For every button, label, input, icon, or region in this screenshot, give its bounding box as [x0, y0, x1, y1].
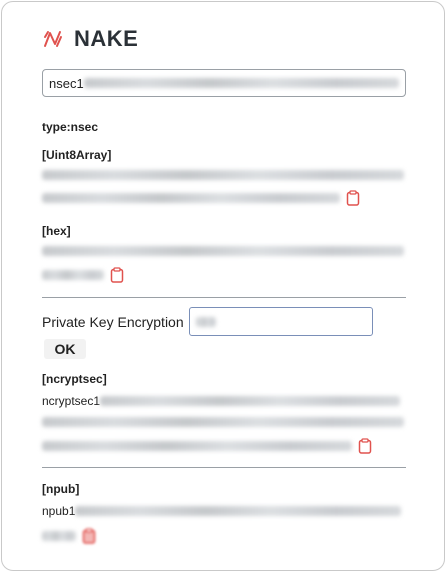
- redacted-value: [42, 193, 340, 203]
- header: NAKE: [42, 26, 138, 52]
- npub-line-2: [42, 528, 96, 544]
- redacted-value: [83, 78, 399, 88]
- ncryptsec-prefix: ncryptsec1: [42, 394, 101, 408]
- npub-prefix: npub1: [42, 504, 76, 518]
- uint8-line-1: [42, 170, 404, 180]
- nake-logo-icon: [42, 28, 64, 50]
- redacted-value: [75, 506, 402, 516]
- type-label: type:nsec: [42, 120, 99, 134]
- ncryptsec-line-3: [42, 438, 372, 454]
- hex-header: [hex]: [42, 224, 71, 238]
- redacted-value: [196, 316, 216, 327]
- redacted-value: [100, 396, 401, 406]
- divider: [42, 297, 406, 298]
- encryption-label: Private Key Encryption: [42, 314, 184, 330]
- copy-npub-clipboard-icon[interactable]: [82, 528, 96, 544]
- ncryptsec-line-2: [42, 417, 404, 427]
- divider: [42, 467, 406, 468]
- redacted-value: [42, 270, 104, 280]
- redacted-value: [42, 246, 404, 256]
- hex-line-1: [42, 246, 404, 256]
- npub-line-1: npub1: [42, 504, 402, 518]
- copy-hex-clipboard-icon[interactable]: [110, 267, 124, 283]
- redacted-value: [42, 441, 352, 451]
- copy-ncryptsec-clipboard-icon[interactable]: [358, 438, 372, 454]
- hex-line-2: [42, 267, 124, 283]
- uint8-line-2: [42, 190, 360, 206]
- redacted-value: [42, 531, 76, 541]
- key-input[interactable]: nsec1: [42, 69, 406, 97]
- redacted-value: [42, 170, 404, 180]
- ncryptsec-line-1: ncryptsec1: [42, 394, 401, 408]
- copy-uint8-clipboard-icon[interactable]: [346, 190, 360, 206]
- password-input[interactable]: [189, 307, 373, 336]
- ok-button[interactable]: OK: [44, 339, 86, 359]
- app-frame: NAKE nsec1 type:nsec [Uint8Array] [hex] …: [1, 1, 445, 571]
- redacted-value: [42, 417, 404, 427]
- uint8-header: [Uint8Array]: [42, 148, 112, 162]
- page-title: NAKE: [74, 26, 139, 51]
- key-input-prefix: nsec1: [49, 75, 84, 91]
- ncryptsec-header: [ncryptsec]: [42, 372, 107, 386]
- npub-header: [npub]: [42, 482, 80, 496]
